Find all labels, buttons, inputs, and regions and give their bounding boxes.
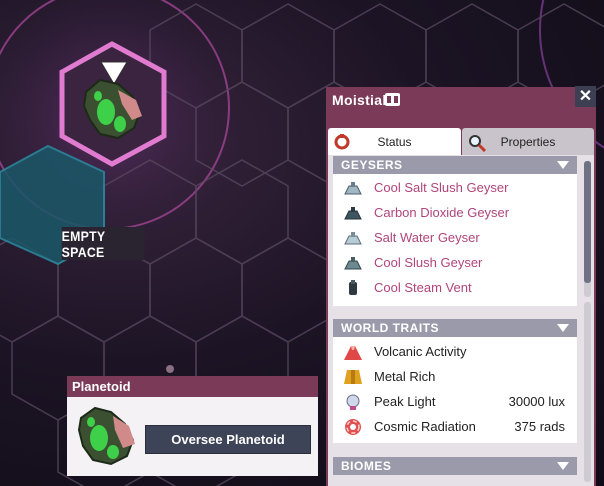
list-item: Cool Salt Slush Geyser	[333, 177, 577, 199]
geysers-scroll-thumb[interactable]	[584, 161, 591, 283]
radiation-icon	[345, 419, 361, 435]
planet-details-panel: Moistial Status Properties GEYSERS Cool …	[326, 87, 596, 486]
planet-name: Moistial	[332, 92, 387, 108]
list-item: Cosmic Radiation 375 rads	[333, 416, 577, 438]
geysers-list: Cool Salt Slush Geyser Carbon Dioxide Ge…	[333, 174, 577, 306]
geysers-scrollbar[interactable]	[584, 161, 591, 297]
chevron-down-icon	[557, 462, 569, 470]
volcano-icon	[344, 346, 362, 360]
tab-properties-label: Properties	[500, 134, 556, 149]
geyser-icon	[344, 207, 362, 220]
geysers-title: GEYSERS	[341, 158, 403, 172]
world-traits-list: Volcanic Activity Metal Rich Peak Light …	[333, 337, 577, 443]
tab-status[interactable]: Status	[328, 128, 461, 155]
metal-icon	[344, 370, 362, 384]
panel-header: Moistial	[326, 87, 596, 114]
panel-tabs: Status Properties	[326, 128, 596, 155]
list-item: Peak Light 30000 lux	[333, 391, 577, 413]
geyser-icon	[344, 257, 362, 270]
list-item: Carbon Dioxide Geyser	[333, 202, 577, 224]
geyser-icon	[344, 182, 362, 195]
biomes-section-header[interactable]: BIOMES	[333, 457, 577, 475]
list-item: Salt Water Geyser	[333, 227, 577, 249]
status-content[interactable]: GEYSERS Cool Salt Slush Geyser Carbon Di…	[328, 155, 594, 486]
tab-status-label: Status	[377, 134, 412, 149]
biomes-title: BIOMES	[341, 459, 392, 473]
codex-book-icon[interactable]	[385, 93, 400, 106]
chevron-down-icon	[557, 324, 569, 332]
light-icon	[346, 394, 360, 410]
minor-body-icon[interactable]	[166, 365, 174, 373]
geysers-section-header[interactable]: GEYSERS	[333, 156, 577, 174]
empty-space-label: EMPTY SPACE	[61, 227, 145, 260]
magnifier-icon	[469, 135, 486, 152]
list-item: Cool Slush Geyser	[333, 252, 577, 274]
panel-scrollbar[interactable]	[584, 302, 591, 482]
planetoid-panel: Planetoid Oversee Planetoid	[67, 376, 318, 476]
status-gear-icon	[334, 134, 350, 150]
tab-properties[interactable]: Properties	[462, 128, 594, 155]
world-traits-section-header[interactable]: WORLD TRAITS	[333, 319, 577, 337]
list-item: Cool Steam Vent	[333, 277, 577, 299]
planetoid-panel-title: Planetoid	[67, 376, 318, 397]
close-button[interactable]: ✕	[575, 86, 596, 107]
world-traits-title: WORLD TRAITS	[341, 321, 439, 335]
planetoid-thumbnail-icon	[77, 406, 135, 466]
vent-icon	[349, 280, 357, 295]
oversee-planetoid-button[interactable]: Oversee Planetoid	[145, 425, 311, 454]
list-item: Metal Rich	[333, 366, 577, 388]
list-item: Volcanic Activity	[333, 341, 577, 363]
geyser-icon	[344, 232, 362, 245]
chevron-down-icon	[557, 161, 569, 169]
